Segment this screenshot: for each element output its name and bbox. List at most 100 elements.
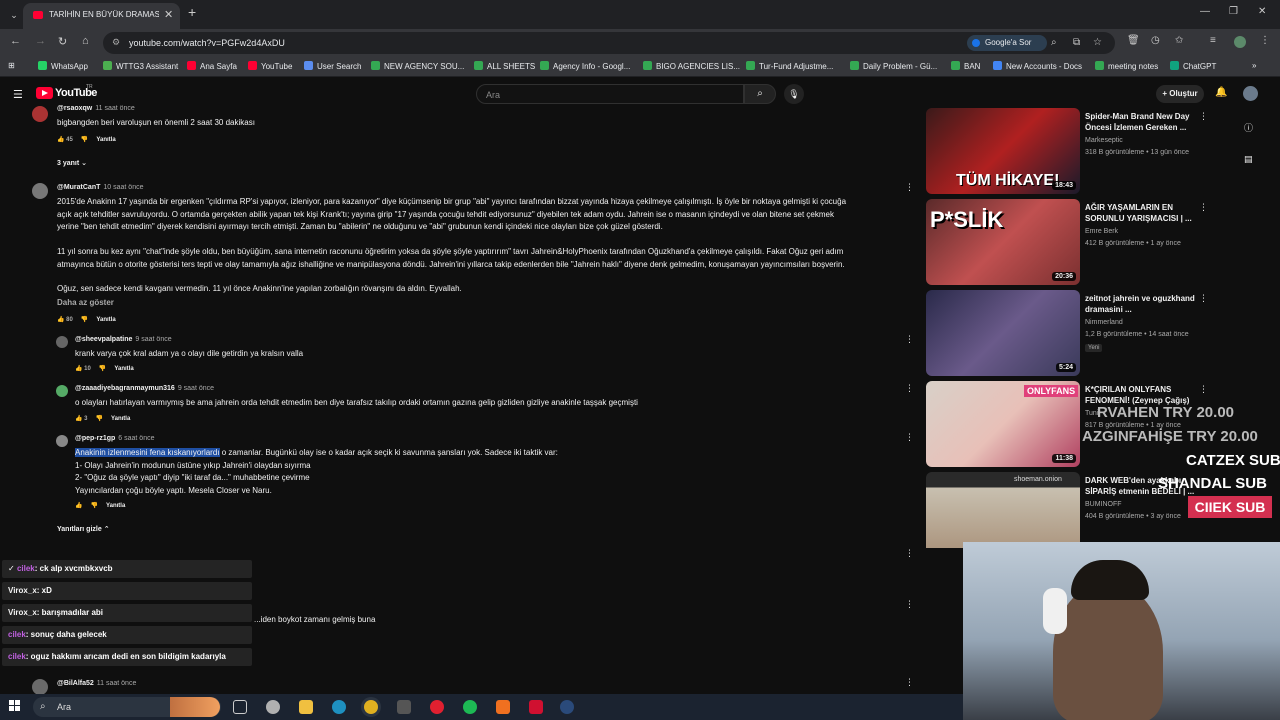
- dislike-icon[interactable]: 👎: [81, 137, 88, 143]
- comment-menu-icon[interactable]: ⋮: [905, 383, 914, 394]
- avatar[interactable]: [56, 435, 68, 447]
- avatar[interactable]: [56, 385, 68, 397]
- bookmark-bigo-agencies[interactable]: BIGO AGENCIES LIS...: [643, 61, 740, 71]
- hamburger-menu-icon[interactable]: ☰: [13, 88, 23, 101]
- trash-icon[interactable]: 🗑: [1127, 35, 1140, 46]
- youtube-logo-icon[interactable]: [36, 87, 53, 99]
- channel-name[interactable]: Markeseptic: [1085, 137, 1123, 144]
- avatar[interactable]: [32, 183, 48, 199]
- voice-search-icon[interactable]: 🎙: [784, 84, 804, 104]
- comment-time[interactable]: 10 saat önce: [103, 184, 143, 191]
- comment-author[interactable]: @zaaadiyebagranmaymun316 9 saat önce: [75, 385, 214, 392]
- restore-icon[interactable]: ❐: [1229, 6, 1238, 17]
- comment-menu-icon[interactable]: ⋮: [905, 677, 914, 688]
- comment-time[interactable]: 6 saat önce: [118, 435, 154, 442]
- comment-author[interactable]: @pep-rz1gp 6 saat önce: [75, 435, 154, 442]
- bookmark-user-search[interactable]: User Search: [304, 61, 361, 71]
- home-icon[interactable]: ⌂: [82, 35, 89, 47]
- video-menu-icon[interactable]: ⋮: [1199, 111, 1208, 122]
- more-bookmarks-icon[interactable]: »: [1252, 61, 1256, 70]
- zoom-icon[interactable]: ⌕: [1051, 37, 1057, 48]
- video-title[interactable]: K*ÇIRILAN ONLYFANS FENOMENİ! (Zeynep Çağ…: [1085, 384, 1195, 406]
- notifications-bell-icon[interactable]: 🔔: [1215, 87, 1227, 98]
- comment-author[interactable]: @MuratCanT 10 saat önce: [57, 184, 143, 191]
- author-name[interactable]: @MuratCanT: [57, 184, 100, 191]
- forward-icon[interactable]: →: [35, 35, 46, 47]
- like-icon[interactable]: 👍 10: [75, 366, 91, 372]
- replies-toggle[interactable]: 3 yanıt ⌄: [57, 159, 87, 167]
- hide-replies-button[interactable]: Yanıtları gizle ⌃: [57, 525, 110, 533]
- history-icon[interactable]: ◷: [1151, 35, 1160, 46]
- app-icon[interactable]: [266, 700, 280, 714]
- search-input[interactable]: Ara: [476, 84, 744, 104]
- dislike-icon[interactable]: 👎: [81, 317, 88, 323]
- author-name[interactable]: @rsaoxqw: [57, 105, 92, 112]
- bookmark-youtube[interactable]: YouTube: [248, 61, 292, 71]
- bookmark-chatgpt[interactable]: ChatGPT: [1170, 61, 1216, 71]
- dislike-icon[interactable]: 👎: [99, 366, 106, 372]
- dislike-icon[interactable]: 👎: [90, 503, 97, 509]
- video-thumbnail[interactable]: P*SLİK 20:36: [926, 199, 1080, 285]
- comment-time[interactable]: 11 saat önce: [97, 680, 137, 687]
- dislike-icon[interactable]: 👎: [95, 416, 102, 422]
- author-name[interactable]: @BilAlfa52: [57, 680, 94, 687]
- bookmark-ban[interactable]: BAN: [951, 61, 980, 71]
- app-icon[interactable]: [397, 700, 411, 714]
- site-info-icon[interactable]: ⚙: [112, 37, 120, 48]
- chrome-icon[interactable]: [364, 700, 378, 714]
- reload-icon[interactable]: ↻: [58, 35, 67, 48]
- reply-button[interactable]: Yanıtla: [106, 503, 125, 509]
- tab-search-icon[interactable]: ⌄: [6, 7, 22, 23]
- avatar[interactable]: [32, 106, 48, 122]
- bookmark-tur-fund[interactable]: Tur-Fund Adjustme...: [746, 61, 833, 71]
- profile-avatar[interactable]: [1234, 36, 1246, 48]
- comment-menu-icon[interactable]: ⋮: [905, 334, 914, 345]
- bookmark-star-icon[interactable]: ☆: [1093, 37, 1102, 48]
- extensions-icon[interactable]: ≡: [1210, 35, 1216, 46]
- install-icon[interactable]: ⧉: [1073, 37, 1080, 48]
- comment-menu-icon[interactable]: ⋮: [905, 599, 914, 610]
- author-name[interactable]: @zaaadiyebagranmaymun316: [75, 385, 175, 392]
- bookmark-new-agency[interactable]: NEW AGENCY SOU...: [371, 61, 464, 71]
- user-avatar[interactable]: [1243, 86, 1258, 101]
- comment-time[interactable]: 9 saat önce: [135, 336, 171, 343]
- video-menu-icon[interactable]: ⋮: [1199, 202, 1208, 213]
- windows-start-icon[interactable]: [9, 700, 21, 712]
- channel-name[interactable]: BUMINOFF: [1085, 501, 1122, 508]
- like-icon[interactable]: 👍 45: [57, 137, 73, 143]
- video-thumbnail[interactable]: ONLYFANS 11:38: [926, 381, 1080, 467]
- reply-button[interactable]: Yanıtla: [96, 137, 115, 143]
- comment-author[interactable]: @BilAlfa52 11 saat önce: [57, 680, 136, 687]
- minimize-icon[interactable]: —: [1200, 6, 1210, 17]
- info-icon[interactable]: ⓘ: [1244, 121, 1253, 134]
- channel-name[interactable]: Emre Berk: [1085, 228, 1118, 235]
- like-icon[interactable]: 👍 80: [57, 317, 73, 323]
- show-less-button[interactable]: Daha az göster: [57, 297, 114, 310]
- bookmark-meeting-notes[interactable]: meeting notes: [1095, 61, 1158, 71]
- video-thumbnail[interactable]: shoeman.onion: [926, 472, 1080, 548]
- bookmark-whatsapp[interactable]: WhatsApp: [38, 61, 88, 71]
- bookmark-wttg3[interactable]: WTTG3 Assistant: [103, 61, 178, 71]
- new-tab-icon[interactable]: +: [188, 4, 196, 20]
- file-explorer-icon[interactable]: [299, 700, 313, 714]
- search-button[interactable]: ⌕: [744, 84, 776, 104]
- video-menu-icon[interactable]: ⋮: [1199, 384, 1208, 395]
- video-title[interactable]: AĞIR YAŞAMLARIN EN SORUNLU YARIŞMACISI |…: [1085, 202, 1195, 224]
- like-icon[interactable]: 👍: [75, 503, 82, 509]
- author-name[interactable]: @pep-rz1gp: [75, 435, 115, 442]
- google-ask-button[interactable]: Google'a Sor: [967, 35, 1047, 51]
- comment-menu-icon[interactable]: ⋮: [905, 548, 914, 559]
- favorites-icon[interactable]: ✩: [1175, 35, 1183, 46]
- author-name[interactable]: @sheevpalpatine: [75, 336, 132, 343]
- omnibox[interactable]: ⚙ youtube.com/watch?v=PGFw2d4AxDU Google…: [103, 32, 1115, 54]
- comment-time[interactable]: 11 saat önce: [95, 105, 135, 112]
- edge-icon[interactable]: [332, 700, 346, 714]
- app-icon[interactable]: [430, 700, 444, 714]
- steam-icon[interactable]: [560, 700, 574, 714]
- browser-tab[interactable]: TARİHİN EN BÜYÜK DRAMASI | ✕: [23, 3, 180, 29]
- video-title[interactable]: zeitnot jahrein ve oguzkhand dramasini .…: [1085, 293, 1195, 315]
- like-icon[interactable]: 👍 3: [75, 416, 87, 422]
- reply-button[interactable]: Yanıtla: [96, 317, 115, 323]
- menu-icon[interactable]: ⋮: [1260, 35, 1270, 46]
- chat-icon[interactable]: ▤: [1244, 154, 1253, 165]
